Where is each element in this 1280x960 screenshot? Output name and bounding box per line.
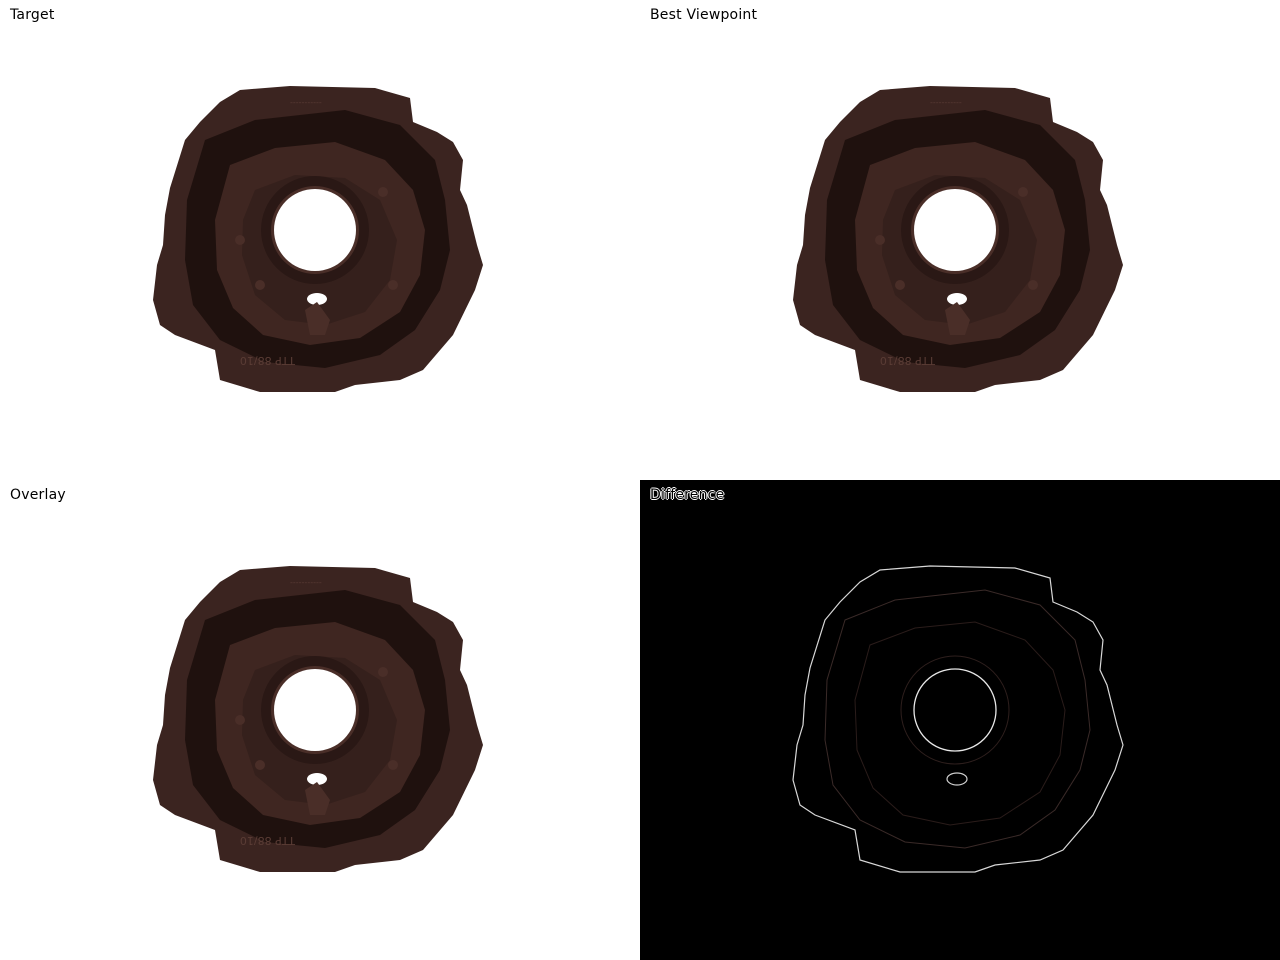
target-label: Target <box>10 7 55 23</box>
difference-panel: Difference <box>640 480 1280 960</box>
best-viewpoint-part-image <box>793 86 1123 392</box>
target-panel: Target <box>0 0 640 480</box>
target-part-image <box>153 86 483 392</box>
overlay-panel: Overlay <box>0 480 640 960</box>
best-viewpoint-label: Best Viewpoint <box>650 7 758 23</box>
best-viewpoint-panel: Best Viewpoint <box>640 0 1280 480</box>
difference-label: Difference <box>650 487 725 503</box>
overlay-label: Overlay <box>10 487 66 503</box>
overlay-part-image <box>153 566 483 872</box>
difference-edge-image <box>792 565 1124 873</box>
